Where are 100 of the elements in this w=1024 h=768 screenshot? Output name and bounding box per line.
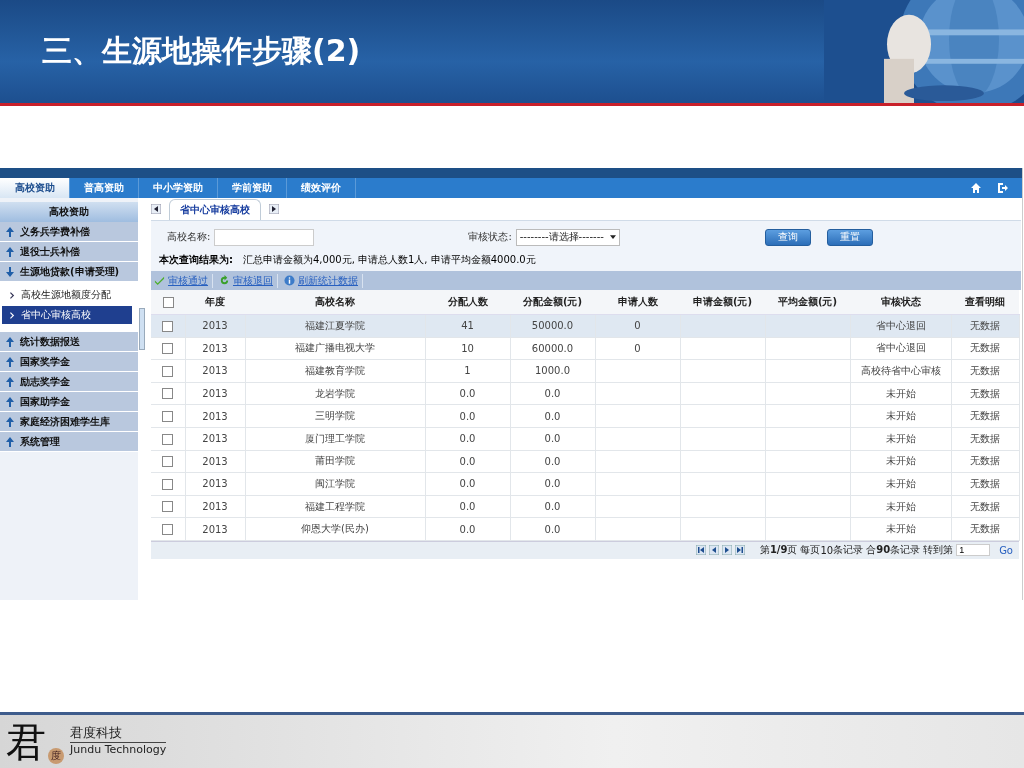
checkbox[interactable] [162,410,174,422]
sidebar-section[interactable]: 国家奖学金 [0,352,138,372]
per-page-value: 10 [820,544,834,556]
sidebar-section[interactable]: 国家助学金 [0,392,138,412]
table-cell: 0.0 [544,455,561,467]
scroll-right-icon[interactable] [269,204,279,214]
table-cell: 未开始 [885,432,916,444]
column-header[interactable]: 平均金额(元) [765,290,850,315]
table-row[interactable]: 2013 龙岩学院 0.0 0.0 未开始 无数据 [151,382,1019,405]
table-cell: 2013 [202,501,228,513]
column-header[interactable]: 年度 [185,290,245,315]
sidebar-section[interactable]: 统计数据报送 [0,332,138,352]
table-cell: 2013 [202,365,228,377]
column-header[interactable]: 分配人数 [425,290,510,315]
page-number-field[interactable]: 1 [956,544,991,557]
checkbox[interactable] [162,456,174,468]
summary-label: 本次查询结果为: [159,253,233,267]
table-cell: 0.0 [459,455,476,467]
per-page-label: 条记录 [833,543,864,558]
column-header[interactable]: 查看明细 [951,290,1019,315]
table-row[interactable]: 2013 福建教育学院 1 1000.0 高校待省中心审核 无数据 [151,359,1019,383]
checkbox[interactable] [162,433,174,445]
query-button[interactable]: 查询 [765,228,811,246]
logo-character: 君 [6,719,46,764]
school-name-field[interactable] [214,228,315,246]
toolbar-link[interactable]: 刷新统计数据 [298,273,358,288]
table-cell: 0.0 [459,523,476,535]
sidebar-item[interactable]: 高校生源地额度分配 [2,286,132,304]
status-dropdown[interactable]: --------请选择------- [515,228,620,246]
next-page-icon[interactable] [721,545,732,556]
company-name-english: Jundu Technology [70,742,167,756]
home-icon[interactable] [970,182,982,194]
sidebar-section[interactable]: 系统管理 [0,432,138,452]
table-cell: 无数据 [970,500,1000,512]
per-page-label: 每页 [800,543,821,558]
checkbox[interactable] [162,478,174,490]
table-row[interactable]: 2013 福建工程学院 0.0 0.0 未开始 无数据 [151,495,1019,518]
column-header[interactable]: 申请人数 [595,290,680,315]
table-row[interactable]: 2013 福建江夏学院 41 50000.0 0 省中心退回 无数据 [151,314,1019,338]
table-cell: 厦门理工学院 [305,432,365,444]
sidebar-section[interactable]: 励志奖学金 [0,372,138,392]
first-page-icon[interactable] [695,545,706,556]
checkbox[interactable] [162,296,174,308]
sidebar-item[interactable]: 省中心审核高校 [2,306,132,324]
table-cell: 0.0 [459,478,476,490]
sidebar-section[interactable]: 退役士兵补偿 [0,242,138,262]
nav-tab[interactable]: 高校资助 [0,178,70,198]
collapse-handle[interactable] [139,308,145,350]
page-tab[interactable]: 省中心审核高校 [169,198,261,220]
sidebar-section[interactable]: 家庭经济困难学生库 [0,412,138,432]
table-row[interactable]: 2013 仰恩大学(民办) 0.0 0.0 未开始 无数据 [151,517,1019,541]
table-cell: 未开始 [885,410,916,422]
table-cell: 0.0 [544,523,561,535]
logout-icon[interactable] [996,182,1008,194]
checkbox[interactable] [162,388,174,400]
checkbox[interactable] [162,320,174,332]
column-header[interactable]: 申请金额(元) [680,290,765,315]
last-page-icon[interactable] [734,545,745,556]
field-label: 审核状态: [468,230,512,244]
toolbar-link[interactable]: 审核退回 [233,273,273,288]
summary-text: 汇总申请金额为4,000元, 申请总人数1人, 申请平均金额4000.0元 [243,253,536,267]
checkbox[interactable] [162,501,174,513]
checkmark-icon [154,275,165,286]
table-row[interactable]: 2013 厦门理工学院 0.0 0.0 未开始 无数据 [151,427,1019,451]
table-cell: 50000.0 [531,320,574,332]
table-row[interactable]: 2013 三明学院 0.0 0.0 未开始 无数据 [151,404,1019,428]
nav-tab[interactable]: 绩效评价 [287,178,356,198]
checkbox[interactable] [162,343,174,355]
table-cell: 仰恩大学(民办) [301,523,369,535]
nav-tab[interactable]: 学前资助 [218,178,287,198]
table-cell: 无数据 [970,410,1000,422]
table-row[interactable]: 2013 莆田学院 0.0 0.0 未开始 无数据 [151,450,1019,473]
sidebar-section[interactable]: 生源地贷款(申请受理) [0,262,138,282]
table-cell: 无数据 [970,365,1000,376]
column-header[interactable]: 高校名称 [245,290,425,315]
page-info: 第1/9页 [759,543,798,558]
table-cell: 闽江学院 [315,477,355,489]
table-cell: 2013 [202,433,228,445]
table-cell: 0.0 [544,433,561,445]
prev-page-icon[interactable] [708,545,719,556]
checkbox[interactable] [162,523,174,535]
toolbar-link[interactable]: 审核通过 [168,273,208,288]
column-header[interactable]: 审核状态 [850,290,951,315]
table-cell: 高校待省中心审核 [860,365,941,376]
table-cell: 60000.0 [531,342,574,354]
table-row[interactable]: 2013 福建广播电视大学 10 60000.0 0 省中心退回 无数据 [151,337,1019,360]
checkbox[interactable] [162,365,174,377]
table-row[interactable]: 2013 闽江学院 0.0 0.0 未开始 无数据 [151,472,1019,496]
column-header[interactable]: 分配金额(元) [510,290,595,315]
go-button[interactable]: Go [999,544,1013,556]
table-cell: 莆田学院 [315,455,355,467]
sidebar-section[interactable]: 义务兵学费补偿 [0,222,138,242]
scroll-left-icon[interactable] [151,204,161,214]
logo-badge: 度 [48,747,64,764]
table-cell: 无数据 [970,455,1000,467]
table-cell: 0.0 [459,433,476,445]
nav-tab[interactable]: 中小学资助 [139,178,218,198]
table-cell: 2013 [202,388,228,400]
table-cell: 41 [461,320,474,332]
query-button[interactable]: 重置 [827,228,873,246]
